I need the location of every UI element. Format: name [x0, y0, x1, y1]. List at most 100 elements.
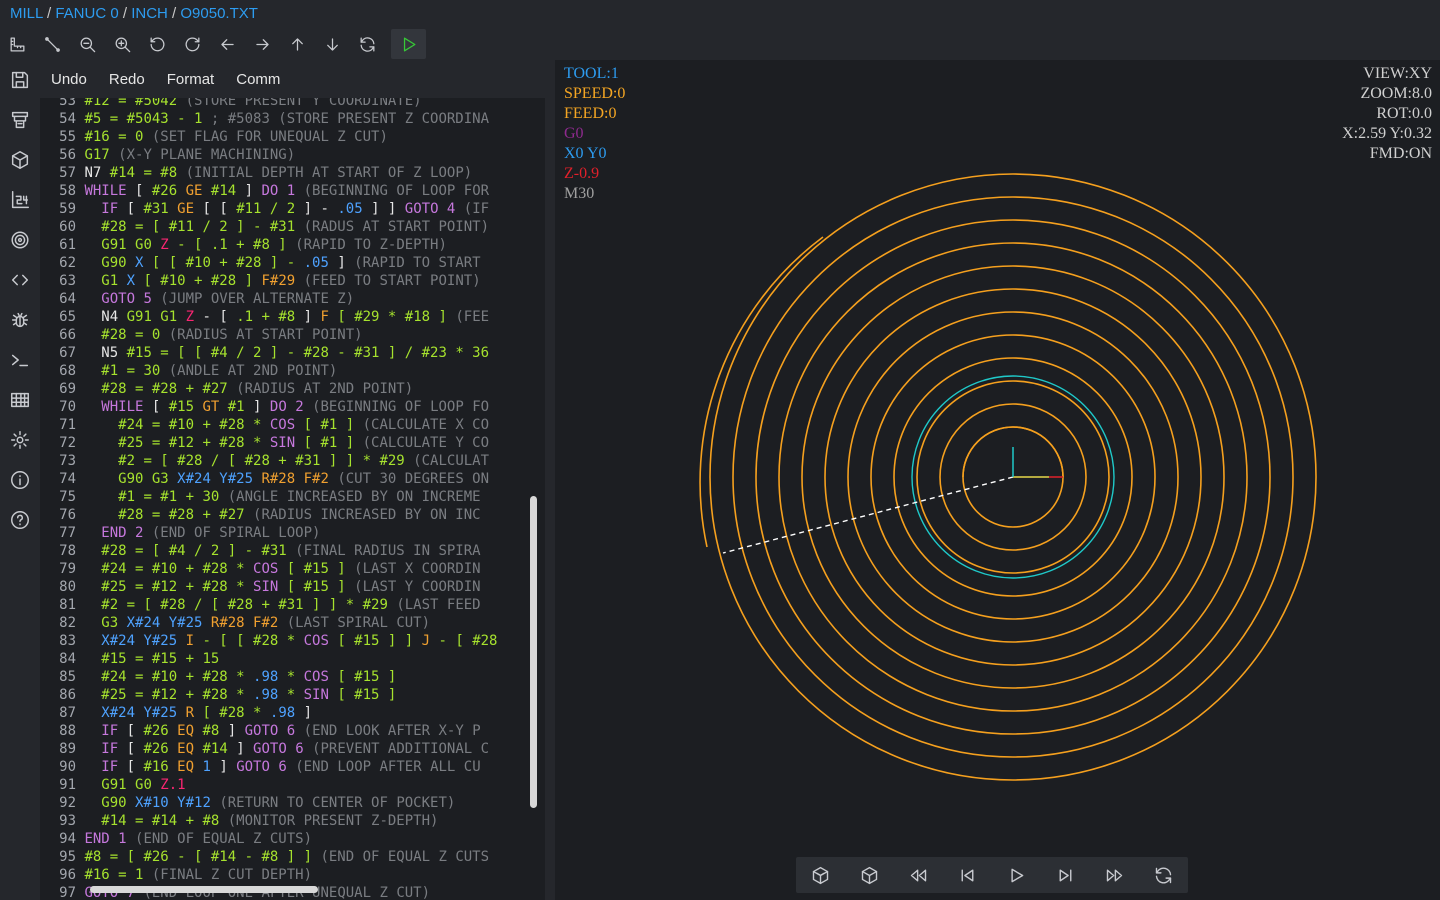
sidebar-info[interactable]	[0, 460, 40, 500]
code-line[interactable]: 89 IF [ #26 EQ #14 ] GOTO 6 (PREVENT ADD…	[40, 740, 545, 758]
code-line[interactable]: 83 X#24 Y#25 I - [ [ #28 * COS [ #15 ] ]…	[40, 632, 545, 650]
refresh-button[interactable]	[350, 29, 385, 59]
code-token: #24 = #10 + #28 *	[84, 417, 270, 433]
code-line[interactable]: 94 END 1 (END OF EQUAL Z CUTS)	[40, 830, 545, 848]
code-token: N7	[84, 165, 110, 181]
sidebar-debug[interactable]	[0, 300, 40, 340]
vertical-scrollbar[interactable]	[530, 496, 537, 808]
breadcrumb-inch[interactable]: INCH	[131, 5, 168, 22]
view-3d-button[interactable]	[801, 858, 841, 892]
rewind-button[interactable]	[899, 858, 939, 892]
code-line[interactable]: 71 #24 = #10 + #28 * COS [ #1 ] (CALCULA…	[40, 416, 545, 434]
sidebar-machine[interactable]	[0, 100, 40, 140]
code-line[interactable]: 74 G90 G3 X#24 Y#25 R#28 F#2 (CUT 30 DEG…	[40, 470, 545, 488]
step-back-button[interactable]	[948, 858, 988, 892]
breadcrumb-mill[interactable]: MILL	[10, 5, 43, 22]
sidebar-save[interactable]	[0, 60, 40, 100]
sidebar-terminal[interactable]	[0, 340, 40, 380]
code-line[interactable]: 73 #2 = [ #28 / [ #28 + #31 ] ] * #29 (C…	[40, 452, 545, 470]
line-number: 57	[59, 165, 76, 181]
code-line[interactable]: 76 #28 = #28 + #27 (RADIUS INCREASED BY …	[40, 506, 545, 524]
code-line[interactable]: 72 #25 = #12 + #28 * SIN [ #1 ] (CALCULA…	[40, 434, 545, 452]
code-line[interactable]: 80 #25 = #12 + #28 * SIN [ #15 ] (LAST Y…	[40, 578, 545, 596]
pan-up-button[interactable]	[280, 29, 315, 59]
selection-button[interactable]	[35, 29, 70, 59]
code-line[interactable]: 91 G91 G0 Z.1	[40, 776, 545, 794]
comm-button[interactable]: Comm	[225, 71, 291, 88]
zoom-out-button[interactable]	[70, 29, 105, 59]
code-line[interactable]: 54 #5 = #5043 - 1 ; #5083 (STORE PRESENT…	[40, 110, 545, 128]
toolpath-viewport[interactable]: TOOL:1 SPEED:0 FEED:0 G0 X0 Y0 Z-0.9 M30 VIEW:…	[555, 60, 1440, 900]
code-line[interactable]: 90 IF [ #16 EQ 1 ] GOTO 6 (END LOOP AFTE…	[40, 758, 545, 776]
code-token: (LAST X COORDIN	[354, 561, 481, 577]
breadcrumb-fanuc[interactable]: FANUC 0	[55, 5, 118, 22]
cube-view-button[interactable]	[850, 858, 890, 892]
code-line[interactable]: 66 #28 = 0 (RADIUS AT START POINT)	[40, 326, 545, 344]
sidebar-settings[interactable]	[0, 420, 40, 460]
undo-button[interactable]: Undo	[40, 71, 98, 88]
step-forward-icon	[1059, 869, 1072, 881]
panel-divider[interactable]	[545, 60, 555, 900]
code-line[interactable]: 58 WHILE [ #26 GE #14 ] DO 1 (BEGINNING …	[40, 182, 545, 200]
run-button[interactable]	[391, 29, 426, 59]
code-line[interactable]: 68 #1 = 30 (ANDLE AT 2ND POINT)	[40, 362, 545, 380]
breadcrumb-file[interactable]: O9050.TXT	[180, 5, 258, 22]
code-token: ; #5083 (STORE PRESENT Z COORDINA	[210, 111, 490, 127]
code-area[interactable]: 53 #12 = #5042 (STORE PRESENT Y COORDINA…	[40, 92, 545, 900]
code-line[interactable]: 57 N7 #14 = #8 (INITIAL DEPTH AT START O…	[40, 164, 545, 182]
format-button[interactable]: Format	[156, 71, 226, 88]
code-line[interactable]: 92 G90 X#10 Y#12 (RETURN TO CENTER OF PO…	[40, 794, 545, 812]
code-line[interactable]: 67 N5 #15 = [ [ #4 / 2 ] - #28 - #31 ] /…	[40, 344, 545, 362]
pan-down-button[interactable]	[315, 29, 350, 59]
code-line[interactable]: 85 #24 = #10 + #28 * .98 * COS [ #15 ]	[40, 668, 545, 686]
code-line[interactable]: 78 #28 = [ #4 / 2 ] - #31 (FINAL RADIUS …	[40, 542, 545, 560]
code-line[interactable]: 69 #28 = #28 + #27 (RADIUS AT 2ND POINT)	[40, 380, 545, 398]
fast-forward-button[interactable]	[1095, 858, 1135, 892]
sidebar-code[interactable]	[0, 260, 40, 300]
sidebar-line-numbers[interactable]	[0, 180, 40, 220]
code-token: [ #15 ] ]	[337, 633, 422, 649]
code-line[interactable]: 61 G91 G0 Z - [ .1 + #8 ] (RAPID TO Z-DE…	[40, 236, 545, 254]
code-token: (FINAL RADIUS IN SPIRA	[295, 543, 481, 559]
ruler-button[interactable]	[0, 29, 35, 59]
code-line[interactable]: 65 N4 G91 G1 Z - [ .1 + #8 ] F [ #29 * #…	[40, 308, 545, 326]
redo-button[interactable]: Redo	[98, 71, 156, 88]
toolpath-canvas[interactable]	[555, 60, 1440, 900]
code-line[interactable]: 56 G17 (X-Y PLANE MACHINING)	[40, 146, 545, 164]
sidebar-help[interactable]	[0, 500, 40, 540]
code-line[interactable]: 55 #16 = 0 (SET FLAG FOR UNEQUAL Z CUT)	[40, 128, 545, 146]
code-line[interactable]: 95 #8 = [ #26 - [ #14 - #8 ] ] (END OF E…	[40, 848, 545, 866]
pan-right-button[interactable]	[245, 29, 280, 59]
info-icon	[11, 471, 29, 489]
code-line[interactable]: 77 END 2 (END OF SPIRAL LOOP)	[40, 524, 545, 542]
reset-button[interactable]	[1144, 858, 1184, 892]
code-line[interactable]: 62 G90 X [ [ #10 + #28 ] - .05 ] (RAPID …	[40, 254, 545, 272]
code-line[interactable]: 88 IF [ #26 EQ #8 ] GOTO 6 (END LOOK AFT…	[40, 722, 545, 740]
sidebar-3d-view[interactable]	[0, 140, 40, 180]
sidebar-target[interactable]	[0, 220, 40, 260]
step-forward-button[interactable]	[1046, 858, 1086, 892]
rotate-left-button[interactable]	[140, 29, 175, 59]
code-line[interactable]: 87 X#24 Y#25 R [ #28 * .98 ]	[40, 704, 545, 722]
code-line[interactable]: 93 #14 = #14 + #8 (MONITOR PRESENT Z-DEP…	[40, 812, 545, 830]
code-line[interactable]: 84 #15 = #15 + 15	[40, 650, 545, 668]
code-line[interactable]: 64 GOTO 5 (JUMP OVER ALTERNATE Z)	[40, 290, 545, 308]
code-token: - [ .1 + #8 ]	[177, 237, 296, 253]
horizontal-scrollbar[interactable]	[90, 886, 318, 893]
code-line[interactable]: 82 G3 X#24 Y#25 R#28 F#2 (LAST SPIRAL CU…	[40, 614, 545, 632]
play-button[interactable]	[997, 858, 1037, 892]
pan-left-button[interactable]	[210, 29, 245, 59]
code-line[interactable]: 81 #2 = [ #28 / [ #28 + #31 ] ] * #29 (L…	[40, 596, 545, 614]
code-line[interactable]: 79 #24 = #10 + #28 * COS [ #15 ] (LAST X…	[40, 560, 545, 578]
code-line[interactable]: 75 #1 = #1 + 30 (ANGLE INCREASED BY ON I…	[40, 488, 545, 506]
code-line[interactable]: 96 #16 = 1 (FINAL Z CUT DEPTH)	[40, 866, 545, 884]
code-line[interactable]: 59 IF [ #31 GE [ [ #11 / 2 ] - .05 ] ] G…	[40, 200, 545, 218]
zoom-in-button[interactable]	[105, 29, 140, 59]
code-line[interactable]: 70 WHILE [ #15 GT #1 ] DO 2 (BEGINNING O…	[40, 398, 545, 416]
code-line[interactable]: 63 G1 X [ #10 + #28 ] F#29 (FEED TO STAR…	[40, 272, 545, 290]
code-line[interactable]: 60 #28 = [ #11 / 2 ] - #31 (RADUS AT STA…	[40, 218, 545, 236]
code-line[interactable]: 86 #25 = #12 + #28 * .98 * SIN [ #15 ]	[40, 686, 545, 704]
sidebar-table[interactable]	[0, 380, 40, 420]
rapid-move-line	[722, 476, 1014, 554]
rotate-right-button[interactable]	[175, 29, 210, 59]
